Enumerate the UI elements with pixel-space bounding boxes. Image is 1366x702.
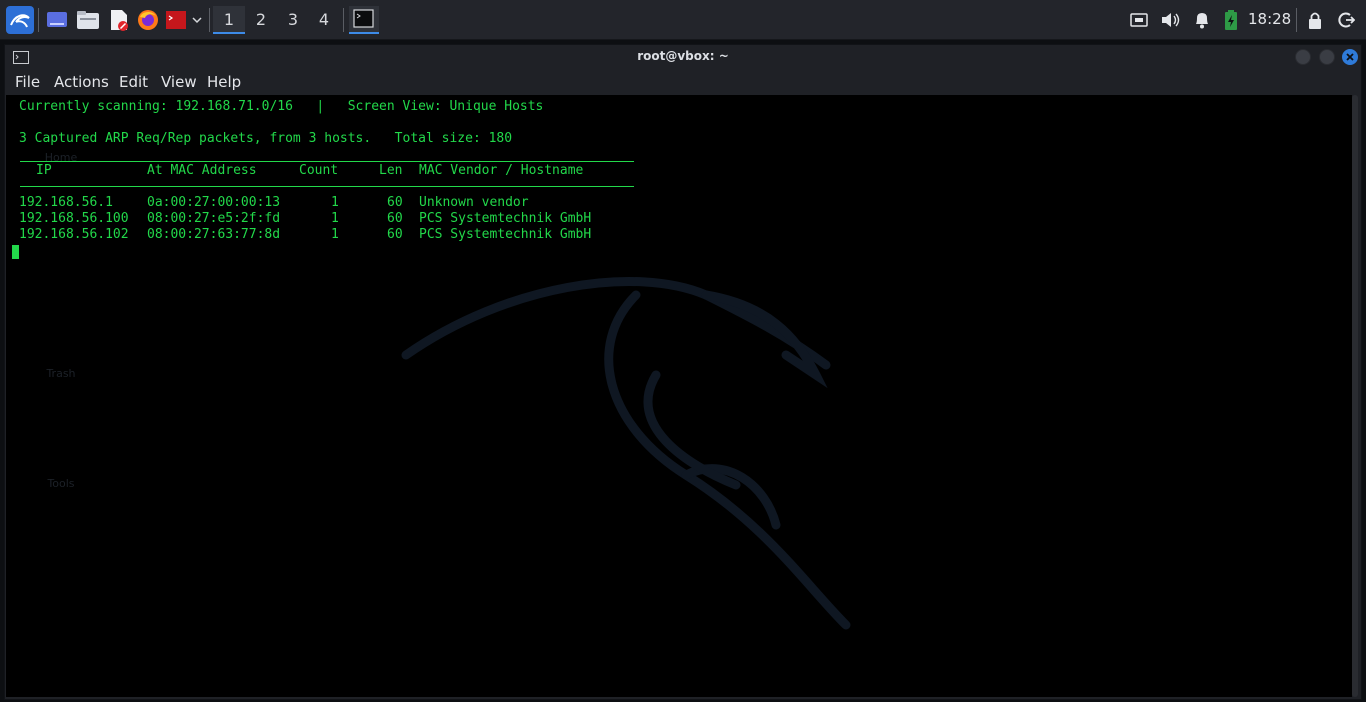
kali-dragon-watermark bbox=[401, 277, 851, 630]
terminal-window: root@vbox: ~ File Actions Edit View Help… bbox=[4, 44, 1362, 700]
menu-help[interactable]: Help bbox=[207, 73, 241, 91]
file-manager-icon[interactable] bbox=[76, 8, 100, 32]
desktop-ghost-trash: Trash bbox=[46, 367, 76, 380]
row-3-count: 1 bbox=[331, 227, 339, 242]
chevron-down-icon[interactable] bbox=[190, 8, 204, 32]
row-2-ip: 192.168.56.100 bbox=[19, 211, 129, 226]
network-icon[interactable] bbox=[1130, 8, 1148, 32]
lock-screen-icon[interactable] bbox=[1307, 8, 1323, 32]
column-header-ip: IP bbox=[36, 163, 52, 178]
menu-actions[interactable]: Actions bbox=[54, 73, 109, 91]
text-editor-icon[interactable] bbox=[108, 8, 130, 32]
row-2-len: 60 bbox=[387, 211, 403, 226]
row-3-ip: 192.168.56.102 bbox=[19, 227, 129, 242]
column-header-vendor: MAC Vendor / Hostname bbox=[419, 163, 584, 178]
menu-bar: File Actions Edit View Help bbox=[5, 69, 1361, 95]
firefox-icon[interactable] bbox=[136, 8, 160, 32]
minimize-button[interactable] bbox=[1295, 49, 1311, 65]
logout-icon[interactable] bbox=[1337, 8, 1356, 32]
column-header-len: Len bbox=[379, 163, 403, 178]
terminal-cursor bbox=[12, 245, 19, 259]
row-3-mac: 08:00:27:63:77:8d bbox=[147, 227, 281, 242]
table-top-rule bbox=[20, 161, 634, 162]
row-3-vendor: PCS Systemtechnik GmbH bbox=[419, 227, 592, 242]
maximize-button[interactable] bbox=[1319, 49, 1335, 65]
column-header-count: Count bbox=[299, 163, 339, 178]
desktop-ghost-tools: Tools bbox=[47, 477, 75, 490]
row-2-count: 1 bbox=[331, 211, 339, 226]
row-1-mac: 0a:00:27:00:00:13 bbox=[147, 195, 281, 210]
workspace-1[interactable]: 1 bbox=[213, 6, 245, 34]
notifications-bell-icon[interactable] bbox=[1193, 8, 1211, 32]
row-2-vendor: PCS Systemtechnik GmbH bbox=[419, 211, 592, 226]
row-1-len: 60 bbox=[387, 195, 403, 210]
window-titlebar[interactable]: root@vbox: ~ bbox=[5, 45, 1361, 69]
top-panel: 1 2 3 4 18:28 bbox=[0, 0, 1366, 40]
column-header-mac: At MAC Address bbox=[147, 163, 257, 178]
show-desktop-icon[interactable] bbox=[46, 8, 68, 32]
close-icon bbox=[1346, 53, 1354, 61]
clock[interactable]: 18:28 bbox=[1248, 10, 1291, 28]
table-bottom-rule bbox=[20, 186, 634, 187]
workspace-2[interactable]: 2 bbox=[245, 6, 277, 34]
scan-status-line: Currently scanning: 192.168.71.0/16 | Sc… bbox=[19, 99, 544, 114]
close-button[interactable] bbox=[1342, 49, 1358, 65]
kali-menu-icon[interactable] bbox=[6, 6, 34, 34]
workspace-4[interactable]: 4 bbox=[308, 6, 340, 34]
row-1-count: 1 bbox=[331, 195, 339, 210]
capture-summary-line: 3 Captured ARP Req/Rep packets, from 3 h… bbox=[19, 131, 513, 146]
terminal-launcher-icon[interactable] bbox=[165, 8, 187, 32]
menu-file[interactable]: File bbox=[15, 73, 40, 91]
row-3-len: 60 bbox=[387, 227, 403, 242]
terminal-scrollbar[interactable] bbox=[1352, 95, 1358, 697]
menu-edit[interactable]: Edit bbox=[119, 73, 148, 91]
terminal-output[interactable]: Home Trash Tools Currently scanning: 192… bbox=[6, 95, 1352, 697]
workspace-3[interactable]: 3 bbox=[277, 6, 309, 34]
row-1-ip: 192.168.56.1 bbox=[19, 195, 113, 210]
row-2-mac: 08:00:27:e5:2f:fd bbox=[147, 211, 281, 226]
row-1-vendor: Unknown vendor bbox=[419, 195, 529, 210]
battery-icon[interactable] bbox=[1223, 8, 1239, 32]
menu-view[interactable]: View bbox=[161, 73, 197, 91]
taskbar-terminal-button[interactable] bbox=[349, 6, 379, 34]
window-title: root@vbox: ~ bbox=[637, 49, 729, 63]
volume-icon[interactable] bbox=[1160, 8, 1182, 32]
desktop-ghost-home: Home bbox=[44, 151, 78, 164]
